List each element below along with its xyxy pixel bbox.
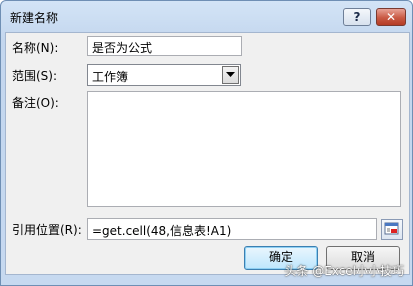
refers-to-value: =get.cell(48,信息表!A1)	[92, 224, 232, 238]
dialog-body: 名称(N): 是否为公式 范围(S): 工作簿 备注(O): 引用位置(R): …	[5, 32, 410, 275]
name-input[interactable]: 是否为公式	[87, 36, 242, 56]
refers-to-label: 引用位置(R):	[12, 223, 82, 237]
help-button[interactable]: ?	[343, 8, 371, 26]
comment-textarea[interactable]	[87, 91, 401, 207]
collapse-dialog-icon[interactable]	[381, 219, 403, 240]
scope-label: 范围(S):	[12, 69, 58, 83]
title-bar[interactable]: 新建名称 ? ✕	[1, 1, 412, 33]
new-name-dialog: 新建名称 ? ✕ 名称(N): 是否为公式 范围(S): 工作簿 备注(O): …	[0, 0, 413, 286]
chevron-down-icon[interactable]	[222, 66, 239, 84]
name-label: 名称(N):	[12, 41, 59, 55]
watermark-text: 头条 @Excel小小技巧	[284, 264, 404, 278]
dialog-title: 新建名称	[10, 11, 59, 25]
scope-select[interactable]: 工作簿	[87, 64, 241, 86]
scope-select-value: 工作簿	[92, 70, 129, 84]
comment-label: 备注(O):	[12, 96, 59, 110]
close-button[interactable]: ✕	[376, 8, 406, 26]
name-input-value: 是否为公式	[92, 41, 153, 55]
refers-to-input[interactable]: =get.cell(48,信息表!A1)	[87, 218, 377, 240]
